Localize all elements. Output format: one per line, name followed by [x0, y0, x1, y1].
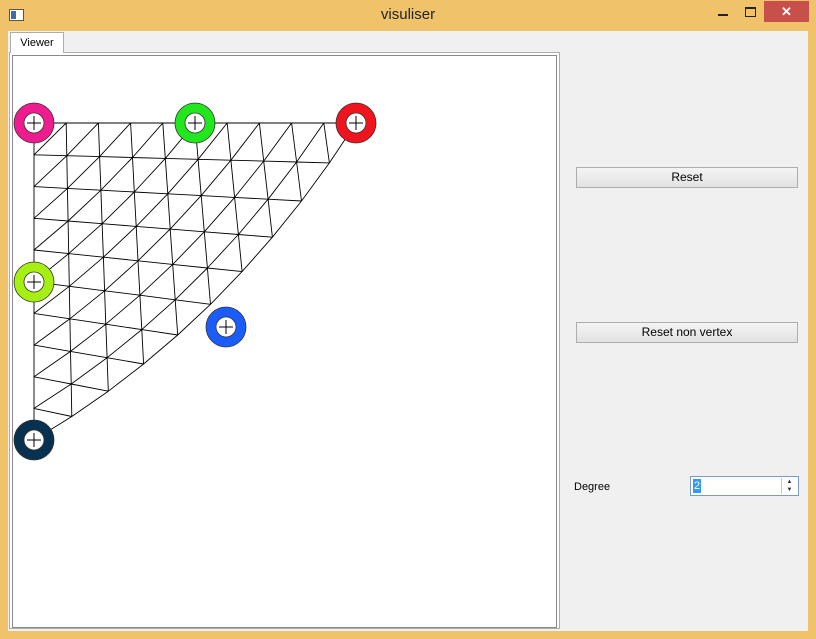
maximize-button[interactable]	[737, 1, 763, 22]
control-point-red[interactable]	[335, 102, 377, 144]
maximize-icon	[744, 6, 756, 17]
control-point-green[interactable]	[174, 102, 216, 144]
minimize-icon	[718, 13, 728, 16]
spin-up-icon[interactable]: ▲	[782, 478, 797, 486]
application-window: visuliser ✕ Viewer Reset Reset non verte…	[0, 0, 816, 639]
control-point-lime[interactable]	[13, 261, 55, 303]
mesh-grid	[33, 122, 357, 441]
close-button[interactable]: ✕	[764, 1, 809, 22]
mesh-canvas[interactable]	[13, 56, 556, 627]
control-point-magenta[interactable]	[13, 102, 55, 144]
spin-arrows: ▲ ▼	[781, 478, 797, 494]
tab-viewer[interactable]: Viewer	[10, 32, 64, 53]
control-point-blue[interactable]	[205, 306, 247, 348]
mesh-edges	[33, 122, 357, 441]
degree-label: Degree	[574, 481, 611, 493]
window-title: visuliser	[380, 6, 436, 23]
tab-pane-viewer	[9, 52, 560, 629]
degree-value[interactable]: 2	[693, 479, 702, 493]
mesh-viewer[interactable]	[12, 55, 557, 628]
degree-spinbox[interactable]: 2 ▲ ▼	[690, 476, 799, 496]
reset-non-vertex-button[interactable]: Reset non vertex	[576, 322, 798, 343]
client-area: Viewer Reset Reset non vertex Degree 2 ▲…	[8, 31, 808, 631]
spin-down-icon[interactable]: ▼	[782, 486, 797, 494]
control-point-navy[interactable]	[13, 419, 55, 461]
minimize-button[interactable]	[710, 1, 736, 22]
close-icon: ✕	[781, 3, 792, 19]
reset-button[interactable]: Reset	[576, 167, 798, 188]
title-bar[interactable]: visuliser ✕	[0, 0, 816, 30]
